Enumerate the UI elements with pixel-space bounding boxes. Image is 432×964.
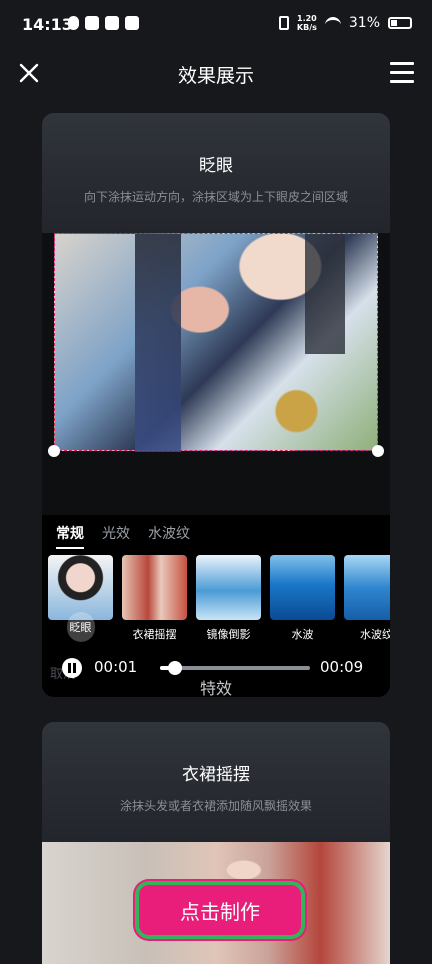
preview-artwork bbox=[54, 233, 378, 452]
video-player-controls: 取消 00:01 特效 00:09 bbox=[42, 655, 390, 697]
card-header: 眨眼 向下涂抹运动方向，涂抹区域为上下眼皮之间区域 bbox=[42, 113, 390, 233]
tab-ripple[interactable]: 水波纹 bbox=[148, 523, 190, 543]
bulb-icon bbox=[68, 16, 79, 30]
status-bar: 14:13 1.20 KB/s 31% bbox=[0, 0, 432, 46]
effect-label: 衣裙摇摆 bbox=[132, 628, 177, 641]
net-speed: 1.20 KB/s bbox=[296, 14, 317, 32]
progress-slider[interactable] bbox=[160, 661, 310, 675]
effects-ghost-label: 特效 bbox=[200, 679, 233, 697]
tab-regular[interactable]: 常规 bbox=[56, 523, 84, 549]
crop-handle-right[interactable] bbox=[372, 445, 384, 457]
effect-thumbnail bbox=[270, 555, 335, 620]
tiktok-icon bbox=[85, 16, 99, 30]
battery-icon bbox=[388, 17, 412, 29]
card-subtitle: 向下涂抹运动方向，涂抹区域为上下眼皮之间区域 bbox=[83, 190, 348, 204]
effect-tabs: 常规 光效 水波纹 bbox=[56, 523, 190, 549]
page-title: 效果展示 bbox=[177, 65, 254, 87]
effects-panel: 常规 光效 水波纹 眨眼 衣裙摇摆 镜像倒影 水波 水波纹 取消 00:01 特… bbox=[42, 515, 390, 697]
wifi-icon bbox=[324, 17, 341, 29]
effect-item-wave[interactable]: 水波 bbox=[270, 555, 335, 642]
top-bar: 效果展示 bbox=[0, 46, 432, 100]
effect-item-skirt[interactable]: 衣裙摇摆 bbox=[122, 555, 187, 642]
effect-label: 镜像倒影 bbox=[206, 628, 251, 641]
battery-percent: 31% bbox=[348, 15, 380, 31]
slider-knob[interactable] bbox=[168, 661, 182, 675]
card-title: 衣裙摇摆 bbox=[182, 765, 250, 785]
pause-icon[interactable] bbox=[62, 658, 82, 678]
effect-item-mirror[interactable]: 镜像倒影 bbox=[196, 555, 261, 642]
effect-thumbnail bbox=[48, 555, 113, 620]
effect-thumbnail bbox=[344, 555, 390, 620]
card-header: 衣裙摇摆 涂抹头发或者衣裙添加随风飘摇效果 bbox=[42, 722, 390, 842]
effect-label: 眨眼 bbox=[66, 612, 95, 642]
make-button[interactable]: 点击制作 bbox=[135, 881, 305, 939]
card-title: 眨眼 bbox=[199, 156, 233, 176]
effect-thumbnail bbox=[122, 555, 187, 620]
card-subtitle: 涂抹头发或者衣裙添加随风飘摇效果 bbox=[119, 799, 312, 813]
app-icon bbox=[105, 16, 119, 30]
effect-item-ripple[interactable]: 水波纹 bbox=[344, 555, 390, 642]
effect-item-blink[interactable]: 眨眼 bbox=[48, 555, 113, 642]
square-icon bbox=[125, 16, 139, 30]
notification-icons bbox=[68, 16, 139, 30]
effect-thumbnail bbox=[196, 555, 261, 620]
effect-label: 水波纹 bbox=[360, 628, 390, 641]
crop-handle-left[interactable] bbox=[48, 445, 60, 457]
vibrate-icon bbox=[278, 16, 289, 30]
total-time: 00:09 bbox=[320, 658, 364, 676]
status-right: 1.20 KB/s 31% bbox=[278, 14, 412, 32]
current-time: 00:01 bbox=[94, 658, 138, 676]
tab-light[interactable]: 光效 bbox=[102, 523, 130, 543]
effect-thumbnails: 眨眼 衣裙摇摆 镜像倒影 水波 水波纹 bbox=[48, 555, 390, 642]
menu-icon[interactable] bbox=[390, 62, 414, 84]
effect-label: 水波 bbox=[291, 628, 314, 641]
status-time: 14:13 bbox=[22, 15, 73, 34]
effect-card-blink: 眨眼 向下涂抹运动方向，涂抹区域为上下眼皮之间区域 常规 光效 水波纹 眨眼 衣… bbox=[42, 113, 390, 697]
